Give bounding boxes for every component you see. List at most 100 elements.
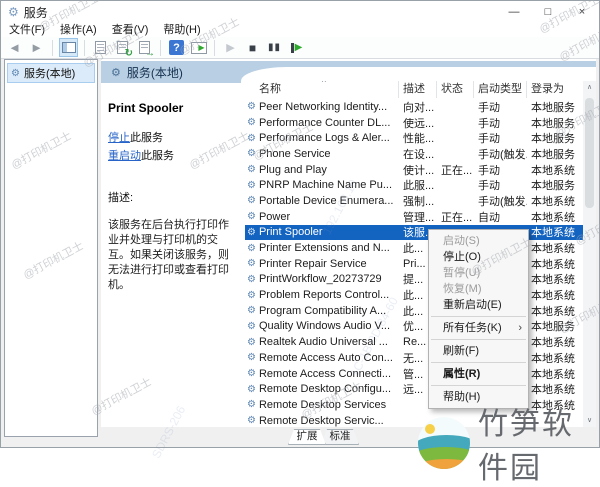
document-glyph — [95, 41, 106, 54]
toolbar-separator — [214, 39, 215, 56]
context-menu-item-resume: 恢复(M) — [443, 283, 482, 295]
context-menu-item-all-tasks[interactable]: 所有任务(K) › — [429, 320, 528, 336]
menu-view[interactable]: 查看(V) — [112, 23, 149, 37]
forward-icon[interactable]: ► — [27, 38, 46, 57]
scroll-up-icon[interactable]: ∧ — [587, 81, 592, 94]
console-tree-icon[interactable] — [59, 38, 78, 57]
stop-service-suffix: 此服务 — [130, 132, 163, 144]
service-gear-icon: ⚙ — [247, 132, 256, 144]
service-row[interactable]: ⚙ Performance Counter DL... 使远... 手动 本地服务 — [245, 115, 583, 131]
column-header-logon-as[interactable]: 登录为 — [527, 81, 583, 98]
service-summary-panel: Print Spooler 停止此服务 重启动此服务 描述: 该服务在后台执行打… — [101, 83, 241, 427]
stop-service-line: 停止此服务 — [108, 129, 237, 145]
service-row[interactable]: ⚙ Printer Repair Service Pri... 本地系统 — [245, 256, 583, 272]
column-header-description[interactable]: 描述 — [399, 81, 437, 98]
service-row[interactable]: ⚙ PNRP Machine Name Pu... 此服... 手动 本地服务 — [245, 177, 583, 193]
service-row[interactable]: ⚙ Realtek Audio Universal ... Re... 本地系统 — [245, 334, 583, 350]
column-header-name[interactable]: 名称 ∧ — [245, 81, 399, 98]
help-icon[interactable]: ? — [167, 38, 186, 57]
site-logo-text: 竹笋软件园 — [478, 408, 574, 485]
restart-service-link[interactable]: 重启动 — [108, 150, 141, 162]
bamboo-logo-icon — [418, 417, 470, 469]
forward-arrow-glyph: ► — [30, 40, 43, 55]
export-list-icon[interactable] — [91, 38, 110, 57]
service-context-menu: 启动(S) 停止(O) 暂停(U) 恢复(M) 重新启动(E) 所有任务(K) › 刷新(F)… — [428, 229, 529, 409]
service-row[interactable]: ⚙ Power 管理... 正在... 自动 本地系统 — [245, 209, 583, 225]
column-header-status[interactable]: 状态 — [437, 81, 474, 98]
menu-bar: 文件(F) 操作(A) 查看(V) 帮助(H) — [1, 23, 599, 37]
service-gear-icon: ⚙ — [247, 305, 256, 317]
service-row[interactable]: ⚙Phone Service在设...手动(触发...本地服务 — [245, 146, 583, 162]
service-row[interactable]: ⚙Portable Device Enumera...强制...手动(触发...… — [245, 193, 583, 209]
minimize-button[interactable]: — — [497, 1, 531, 23]
selected-service-name: Print Spooler — [108, 101, 184, 115]
service-gear-icon: ⚙ — [247, 258, 256, 270]
service-gear-icon: ⚙ — [247, 164, 256, 176]
restart-service-icon[interactable]: ▶ — [287, 38, 306, 57]
service-gear-icon: ⚙ — [247, 117, 256, 129]
back-icon[interactable]: ◄ — [5, 38, 24, 57]
help-glyph: ? — [169, 40, 184, 55]
services-gear-icon: ⚙ — [8, 5, 19, 19]
window-title: 服务 — [23, 5, 48, 20]
tab-standard[interactable]: 标准 — [321, 429, 359, 445]
service-row[interactable]: ⚙ Program Compatibility A... 此... 本地系统 — [245, 303, 583, 319]
export-arrow-glyph: → — [145, 48, 155, 59]
service-gear-icon: ⚙ — [247, 368, 256, 380]
restart-service-suffix: 此服务 — [141, 150, 174, 162]
service-row[interactable]: ⚙ Performance Logs & Aler... 性能... 手动 本地服务 — [245, 130, 583, 146]
maximize-button[interactable]: □ — [531, 1, 565, 23]
export-icon[interactable]: → — [135, 38, 155, 59]
context-menu-item-refresh[interactable]: 刷新(F) — [429, 343, 528, 359]
context-menu-item-stop[interactable]: 停止(O) — [429, 249, 528, 265]
stop-service-link[interactable]: 停止 — [108, 132, 130, 144]
menu-action[interactable]: 操作(A) — [60, 23, 97, 37]
service-gear-icon: ⚙ — [247, 399, 256, 411]
pause-service-icon[interactable]: ▮▮ — [265, 38, 284, 57]
service-gear-icon: ⚙ — [247, 320, 256, 332]
context-menu-item-pause: 暂停(U) — [443, 267, 481, 279]
service-gear-icon: ⚙ — [247, 415, 256, 427]
menu-separator — [431, 385, 526, 386]
vertical-scrollbar[interactable]: ∧ ∨ — [583, 81, 596, 427]
service-row[interactable]: ⚙ Printer Extensions and N... 此... 本地系统 — [245, 240, 583, 256]
site-logo: 竹笋软件园 — [418, 399, 600, 487]
context-menu-item-start: 启动(S) — [443, 235, 480, 247]
tab-extended[interactable]: 扩展 — [288, 429, 326, 445]
play-glyph: ▶ — [226, 42, 235, 54]
tree-item-services-local[interactable]: ⚙ 服务(本地) — [7, 63, 95, 83]
action-pane-icon[interactable]: ▶ — [189, 38, 208, 57]
sort-ascending-icon: ∧ — [321, 81, 327, 88]
restart-glyph: ▶ — [294, 42, 303, 53]
submenu-arrow-icon: › — [518, 322, 522, 334]
service-gear-icon: ⚙ — [247, 226, 256, 238]
service-row[interactable]: ⚙ PrintWorkflow_20273729 提... 本地系统 — [245, 272, 583, 288]
service-row[interactable]: ⚙ Quality Windows Audio V... 优... 本地服务 — [245, 319, 583, 335]
service-row[interactable]: ⚙ Remote Access Connecti... 管... 本地系统 — [245, 366, 583, 382]
menu-file[interactable]: 文件(F) — [9, 23, 45, 37]
toolbar-separator — [52, 39, 53, 56]
service-row[interactable]: ⚙ Peer Networking Identity... 向对... 手动 本地服务 — [245, 99, 583, 115]
service-row[interactable]: ⚙ Print Spooler 该服... 本地系统 — [245, 224, 583, 241]
toolbar-separator — [84, 39, 85, 56]
refresh-icon[interactable]: ↻ — [113, 38, 133, 59]
context-menu-item-properties[interactable]: 属性(R) — [429, 366, 528, 382]
tree-item-label: 服务(本地) — [23, 68, 76, 80]
close-button[interactable]: × — [565, 1, 599, 23]
stop-service-icon[interactable]: ■ — [243, 38, 262, 57]
service-gear-icon: ⚙ — [247, 242, 256, 254]
service-row[interactable]: ⚙ Problem Reports Control... 此... 本地系统 — [245, 287, 583, 303]
service-gear-icon: ⚙ — [247, 336, 256, 348]
service-row[interactable]: ⚙ Remote Desktop Configu... 远... 本地系统 — [245, 381, 583, 397]
context-menu-item-restart[interactable]: 重新启动(E) — [429, 297, 528, 313]
column-header-startup-type[interactable]: 启动类型 — [474, 81, 527, 98]
stop-glyph: ■ — [248, 40, 257, 55]
scrollbar-thumb[interactable] — [585, 98, 594, 208]
window-controls: — □ × — [497, 1, 599, 23]
service-row[interactable]: ⚙ Remote Access Auto Con... 无... 本地系统 — [245, 350, 583, 366]
service-gear-icon: ⚙ — [247, 289, 256, 301]
service-row[interactable]: ⚙ Plug and Play 使计... 正在... 手动 本地系统 — [245, 162, 583, 178]
menu-help[interactable]: 帮助(H) — [163, 23, 200, 37]
services-gear-icon: ⚙ — [11, 67, 20, 79]
services-rows: ⚙ Peer Networking Identity... 向对... 手动 本地服务 ⚙… — [245, 99, 583, 427]
